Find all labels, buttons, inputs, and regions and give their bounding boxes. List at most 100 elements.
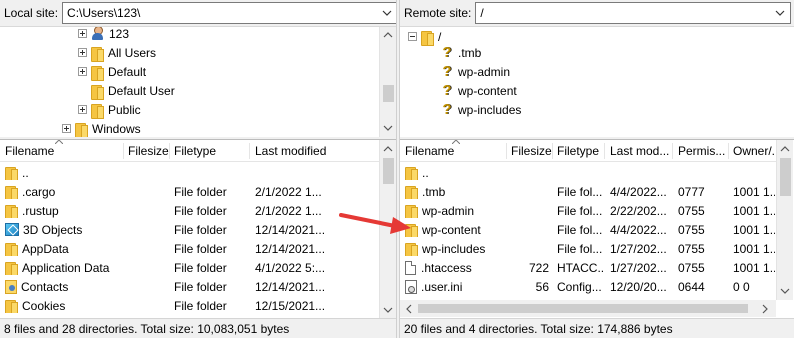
tree-item-label: wp-admin — [458, 64, 511, 79]
size-text: 722 — [528, 260, 549, 275]
cell-type: File fol... — [557, 204, 604, 218]
remote-status-text: 20 files and 4 directories. Total size: … — [404, 321, 673, 336]
chevron-down-icon[interactable] — [381, 6, 393, 20]
file-row[interactable]: .. — [0, 163, 398, 182]
tree-item-windows[interactable]: Windows — [62, 119, 141, 137]
expand-icon[interactable] — [78, 105, 87, 114]
scroll-up-icon[interactable] — [383, 144, 393, 154]
tree-item-label: wp-content — [458, 83, 517, 98]
file-row[interactable]: .htaccess 722 HTACC... 1/27/202... 0755 1001 … — [400, 258, 794, 277]
local-status-text: 8 files and 28 directories. Total size: … — [4, 321, 290, 336]
local-tree-scrollbar[interactable] — [379, 27, 396, 137]
folder-icon — [91, 84, 104, 100]
tree-item-tmb[interactable]: ? .tmb — [441, 43, 481, 62]
col-filename[interactable]: Filename — [405, 144, 454, 158]
type-text: File fol... — [557, 184, 603, 199]
perms-text: 0755 — [678, 222, 705, 237]
remote-site-path[interactable]: / — [480, 6, 483, 20]
tree-item-123[interactable]: 123 — [78, 26, 130, 43]
folder-icon — [405, 166, 418, 180]
scroll-down-icon[interactable] — [780, 286, 790, 296]
name-text: Application Data — [22, 260, 110, 275]
owner-text: 1001 1... — [733, 260, 775, 275]
file-row[interactable]: .user.ini 56 Config... 12/20/20... 0644 0 0 — [400, 277, 794, 296]
modified-text: 2/1/2022 1... — [255, 203, 322, 218]
file-row[interactable]: .. — [400, 163, 794, 182]
file-row[interactable]: .tmb File fol... 4/4/2022... 0777 1001 1... — [400, 182, 794, 201]
cell-modified: 1/27/202... — [610, 261, 672, 275]
cell-name: wp-includes — [405, 242, 505, 256]
name-text: .user.ini — [421, 279, 463, 294]
tree-item-wp-includes[interactable]: ? wp-includes — [441, 100, 521, 119]
modified-text: 4/4/2022... — [610, 184, 667, 199]
scroll-up-icon[interactable] — [383, 30, 393, 40]
col-filesize[interactable]: Filesize — [511, 144, 552, 158]
chevron-down-icon[interactable] — [774, 6, 786, 20]
col-filename[interactable]: Filename — [5, 144, 54, 158]
remote-site-path-combo[interactable]: / — [475, 2, 792, 24]
local-site-path-combo[interactable]: C:\Users\123\ — [62, 2, 398, 24]
expand-icon[interactable] — [78, 67, 87, 76]
cell-name: Application Data — [5, 261, 123, 275]
type-text: File fol... — [557, 222, 603, 237]
file-row[interactable]: .cargo File folder 2/1/2022 1... — [0, 182, 398, 201]
col-filesize[interactable]: Filesize — [128, 144, 169, 158]
local-site-path[interactable]: C:\Users\123\ — [67, 6, 140, 20]
cell-perms: 0644 — [678, 280, 728, 294]
type-text: File folder — [174, 203, 227, 218]
name-text: wp-includes — [422, 241, 486, 256]
col-filetype[interactable]: Filetype — [174, 144, 216, 158]
file-row[interactable]: wp-admin File fol... 2/22/202... 0755 1001 1… — [400, 201, 794, 220]
tree-item-default-user[interactable]: Default User — [91, 81, 175, 100]
scroll-right-icon[interactable] — [760, 304, 770, 314]
expand-icon[interactable] — [78, 48, 87, 57]
cell-name: 3D Objects — [5, 223, 123, 237]
expand-icon[interactable] — [62, 124, 71, 133]
tree-item-label: / — [438, 29, 442, 44]
perms-text: 0755 — [678, 260, 705, 275]
cell-name: wp-admin — [405, 204, 505, 218]
type-text: File folder — [174, 241, 227, 256]
remote-list-scrollbar[interactable] — [776, 140, 793, 300]
owner-text: 1001 1... — [733, 203, 775, 218]
scroll-up-icon[interactable] — [780, 144, 790, 154]
owner-text: 1001 1... — [733, 222, 775, 237]
col-owner[interactable]: Owner/... — [733, 144, 775, 158]
file-row[interactable]: wp-includes File fol... 1/27/202... 0755 100… — [400, 239, 794, 258]
tree-item-wp-content[interactable]: ? wp-content — [441, 81, 517, 100]
file-row[interactable]: Contacts File folder 12/14/2021... — [0, 277, 398, 296]
tree-item-root[interactable]: / — [408, 27, 441, 46]
remote-horizontal-scrollbar[interactable] — [400, 300, 776, 317]
scroll-thumb[interactable] — [383, 158, 394, 184]
scroll-thumb[interactable] — [383, 85, 394, 102]
file-row[interactable]: AppData File folder 12/14/2021... — [0, 239, 398, 258]
tree-item-default[interactable]: Default — [78, 62, 146, 81]
file-row[interactable]: wp-content File fol... 4/4/2022... 0755 1001… — [400, 220, 794, 239]
file-row[interactable]: Cookies File folder 12/15/2021... — [0, 296, 398, 315]
local-status-bar: 8 files and 28 directories. Total size: … — [0, 318, 398, 338]
expand-icon[interactable] — [78, 29, 87, 38]
scroll-down-icon[interactable] — [383, 123, 393, 133]
scroll-thumb[interactable] — [418, 304, 748, 313]
cell-owner: 1001 1... — [733, 242, 775, 256]
scroll-down-icon[interactable] — [383, 305, 393, 315]
col-filetype[interactable]: Filetype — [557, 144, 599, 158]
col-last-modified[interactable]: Last mod... — [610, 144, 669, 158]
col-permissions[interactable]: Permis... — [678, 144, 725, 158]
scroll-thumb[interactable] — [780, 158, 791, 196]
col-last-modified[interactable]: Last modified — [255, 144, 326, 158]
scroll-left-icon[interactable] — [404, 304, 414, 314]
cell-type: File folder — [174, 223, 248, 237]
tree-item-wp-admin[interactable]: ? wp-admin — [441, 62, 510, 81]
cell-name: AppData — [5, 242, 123, 256]
collapse-icon[interactable] — [408, 32, 417, 41]
tree-item-public[interactable]: Public — [78, 100, 141, 119]
cell-name: .htaccess — [405, 260, 505, 275]
cell-modified: 2/22/202... — [610, 204, 672, 218]
tree-item-all-users[interactable]: All Users — [78, 43, 156, 62]
file-row[interactable]: Application Data File folder 4/1/2022 5:..… — [0, 258, 398, 277]
type-text: HTACC... — [557, 260, 604, 275]
cell-name: .user.ini — [405, 279, 505, 294]
cell-type: File fol... — [557, 242, 604, 256]
tree-item-label: 123 — [109, 26, 130, 41]
